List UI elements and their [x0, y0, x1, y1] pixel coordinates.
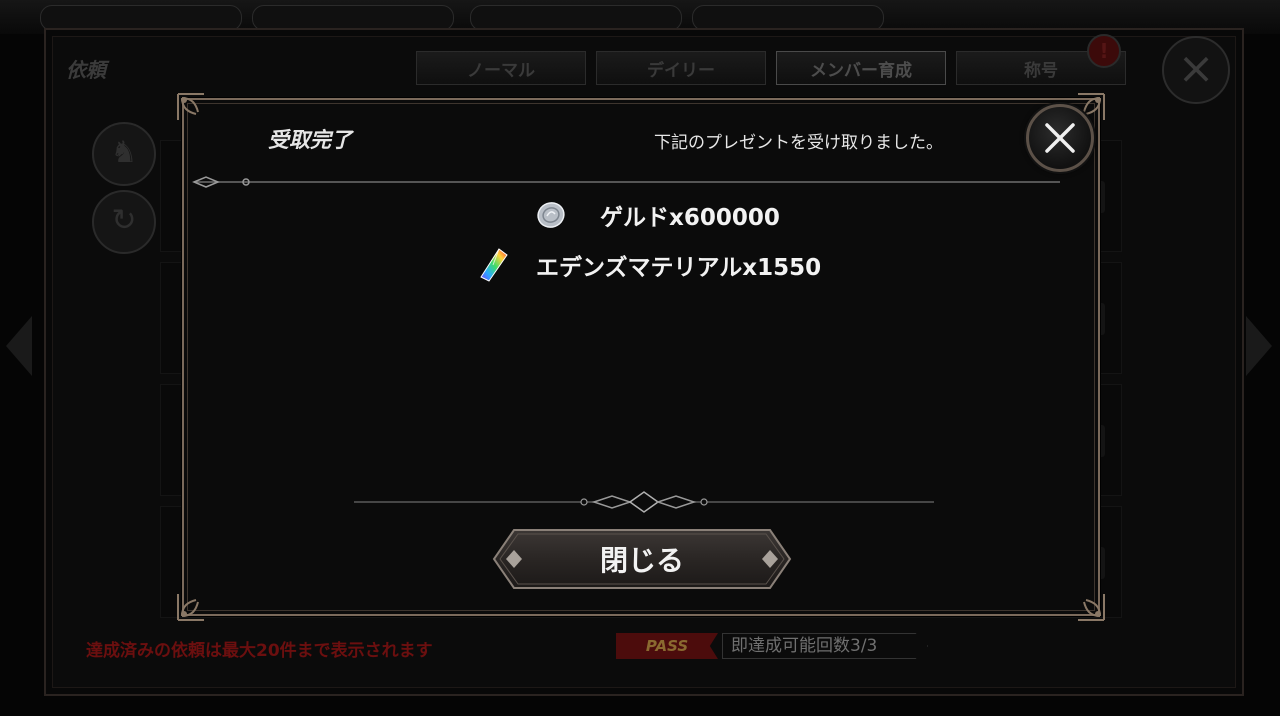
instant-clear-count: 即達成可能回数3/3	[722, 633, 928, 659]
close-dialog-button[interactable]: 閉じる	[492, 528, 792, 590]
ornament-corner-icon	[177, 594, 204, 621]
reward-received-dialog: 受取完了 下記のプレゼントを受け取りました。 ゲルドx600000 エデンズマテ…	[177, 93, 1105, 621]
geld-coin-icon	[534, 198, 568, 232]
refresh-icon[interactable]: ↻	[92, 190, 156, 254]
reward-label: ゲルドx600000	[600, 205, 780, 231]
next-arrow-icon[interactable]	[1246, 316, 1272, 376]
ornament-corner-icon	[1078, 594, 1105, 621]
reward-item: ゲルドx600000	[534, 198, 780, 232]
header-divider	[192, 176, 1060, 188]
tab-normal[interactable]: ノーマル	[416, 51, 586, 85]
screen-title: 依頼	[66, 58, 106, 82]
dialog-message: 下記のプレゼントを受け取りました。	[654, 133, 943, 153]
reward-item: エデンズマテリアルx1550	[476, 248, 821, 282]
ornament-divider	[354, 491, 934, 513]
footer-note: 達成済みの依頼は最大20件まで表示されます	[86, 641, 433, 661]
tab-member-training[interactable]: メンバー育成	[776, 51, 946, 85]
background-close-button[interactable]: ×	[1162, 36, 1230, 104]
close-button-label: 閉じる	[599, 544, 684, 577]
close-icon	[1045, 123, 1075, 153]
dialog-title: 受取完了	[268, 128, 352, 152]
tab-daily[interactable]: デイリー	[596, 51, 766, 85]
eden-material-crystal-icon	[476, 248, 510, 282]
pass-badge: PASS	[616, 633, 718, 659]
ornament-corner-icon	[177, 93, 204, 120]
reward-label: エデンズマテリアルx1550	[536, 255, 822, 281]
prev-arrow-icon[interactable]	[6, 316, 32, 376]
dialog-close-button[interactable]	[1026, 104, 1094, 172]
helmet-icon[interactable]: ♞	[92, 122, 156, 186]
alert-badge: !	[1087, 34, 1121, 68]
